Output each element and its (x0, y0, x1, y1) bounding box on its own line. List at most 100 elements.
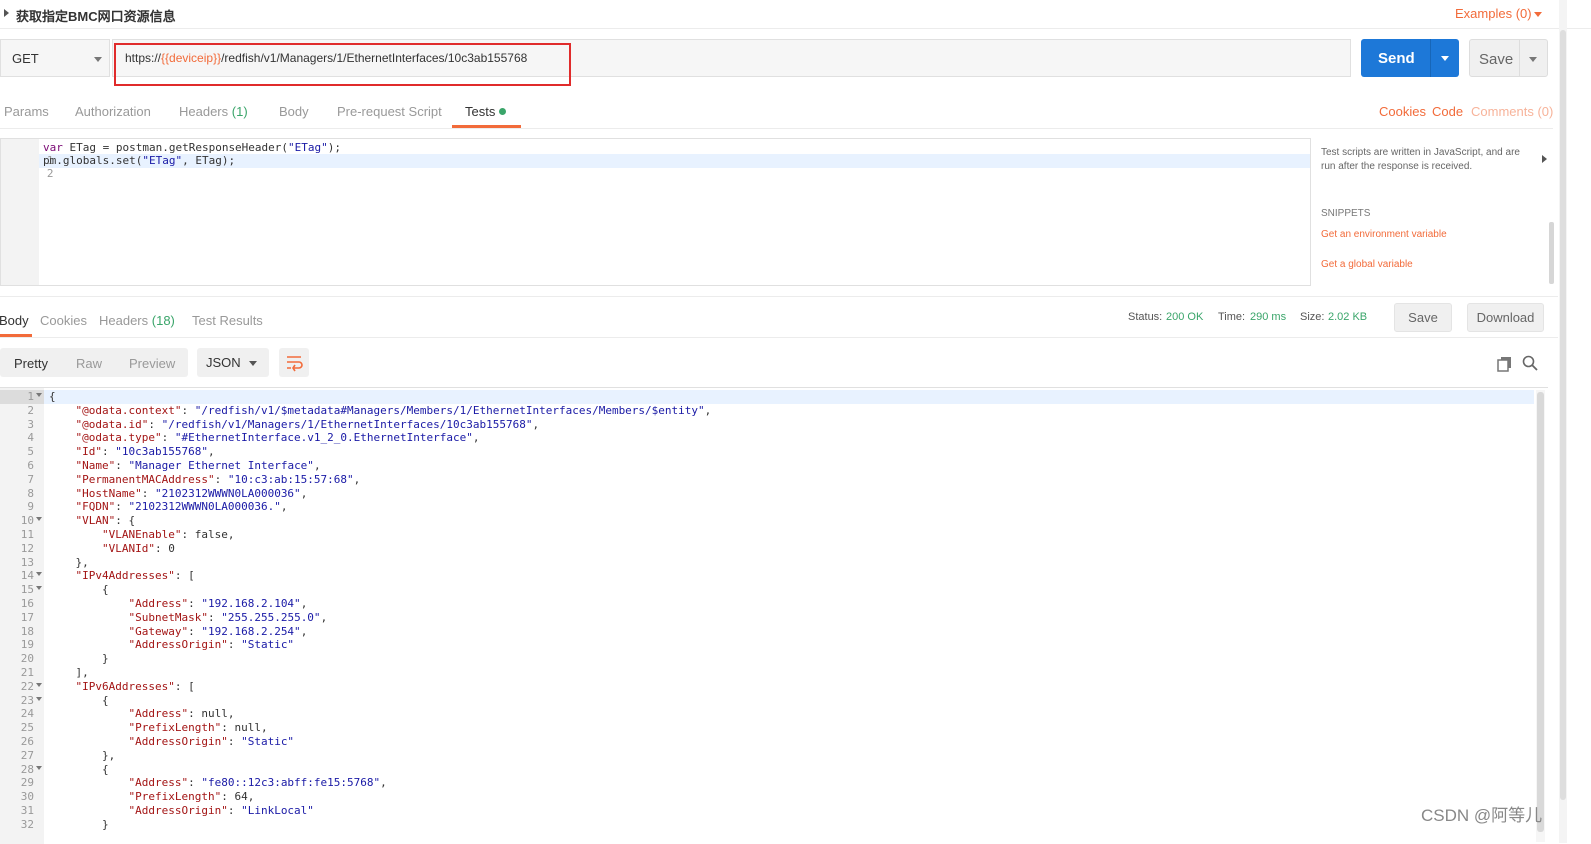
code-link[interactable]: Code (1432, 104, 1463, 119)
send-label: Send (1378, 50, 1415, 67)
json-code: "HostName": "2102312WWWN0LA000036", (75, 486, 308, 500)
response-tab-body[interactable]: Body (0, 313, 29, 328)
view-preview-button[interactable]: Preview (129, 356, 175, 371)
fold-toggle-icon[interactable] (36, 586, 42, 591)
script-code: var ETag = postman.getResponseHeader("ET… (43, 141, 342, 154)
line-number: 2 (27, 403, 34, 417)
examples-link[interactable]: Examples (0) (1455, 6, 1532, 21)
json-code: "AddressOrigin": "Static" (128, 638, 295, 652)
line-number: 27 (20, 748, 34, 762)
json-code: }, (49, 748, 116, 762)
tab-body[interactable]: Body (279, 104, 309, 119)
line-number: 30 (20, 790, 34, 804)
view-pretty-button[interactable]: Pretty (14, 356, 48, 371)
snippets-help-text: Test scripts are written in JavaScript, … (1321, 147, 1520, 172)
save-button[interactable]: Save (1469, 39, 1548, 77)
line-number: 25 (20, 721, 34, 735)
tab-pre-request-script[interactable]: Pre-request Script (337, 104, 442, 119)
fold-toggle-icon[interactable] (36, 393, 42, 397)
script-code: pm.globals.set("ETag", ETag); (43, 154, 236, 167)
collapse-sidebar-icon[interactable] (1542, 155, 1547, 163)
response-scrollbar[interactable] (1537, 392, 1544, 832)
json-code: "VLANId": 0 (101, 541, 175, 555)
tab-tests-label: Tests (465, 104, 496, 119)
send-divider (1430, 39, 1431, 77)
line-number: 20 (20, 652, 34, 666)
json-code: }, (49, 555, 89, 569)
json-code: "AddressOrigin": "LinkLocal" (128, 804, 314, 817)
tab-authorization[interactable]: Authorization (75, 104, 151, 119)
line-number: 9 (27, 500, 34, 514)
json-code: "FQDN": "2102312WWWN0LA000036.", (75, 500, 288, 514)
fold-toggle-icon[interactable] (36, 696, 42, 701)
fold-toggle-icon[interactable] (36, 572, 42, 577)
view-raw-button[interactable]: Raw (76, 356, 102, 371)
response-tab-headers[interactable]: Headers (18) (99, 313, 175, 328)
fold-toggle-icon[interactable] (36, 682, 42, 687)
line-number: 14 (20, 569, 34, 583)
language-select[interactable]: JSON (197, 348, 269, 377)
json-code: "Address": null, (128, 707, 235, 721)
json-code: "VLANEnable": false, (101, 528, 235, 541)
page-scrollbar[interactable] (1560, 30, 1566, 800)
tab-headers-label: Headers (179, 104, 229, 119)
request-title[interactable]: 获取指定BMC网口资源信息 (16, 6, 176, 25)
line-number: 4 (27, 431, 34, 445)
method-select[interactable]: GET (0, 39, 110, 77)
line-number: 17 (20, 610, 34, 624)
test-script-editor[interactable]: 1 var ETag = postman.getResponseHeader("… (0, 138, 1311, 286)
request-title-row (0, 0, 1591, 29)
line-number: 16 (20, 597, 34, 610)
line-number: 28 (20, 762, 34, 776)
snippets-scrollbar[interactable] (1549, 222, 1554, 284)
save-response-button[interactable]: Save (1394, 303, 1452, 332)
line-number: 31 (20, 804, 34, 817)
json-code: "Gateway": "192.168.2.254", (128, 624, 308, 638)
expand-caret-icon[interactable] (4, 9, 9, 17)
line-number: 11 (20, 528, 34, 541)
send-button[interactable]: Send (1361, 39, 1459, 77)
cookies-link[interactable]: Cookies (1379, 104, 1426, 119)
json-code: "Address": "192.168.2.104", (128, 597, 308, 610)
json-code: "@odata.context": "/redfish/v1/$metadata… (75, 403, 712, 417)
line-number: 24 (20, 707, 34, 721)
status-value[interactable]: 200 OK (1166, 311, 1203, 323)
snippet-link[interactable]: Get a global variable (1321, 259, 1413, 270)
json-code: "Name": "Manager Ethernet Interface", (75, 459, 321, 472)
fold-toggle-icon[interactable] (36, 765, 42, 770)
snippet-link[interactable]: Get an environment variable (1321, 229, 1447, 240)
search-icon[interactable] (1522, 355, 1538, 374)
wrap-lines-button[interactable] (279, 348, 309, 377)
section-divider (0, 296, 1558, 297)
chevron-down-icon (249, 361, 257, 366)
json-code: "PrefixLength": null, (128, 721, 268, 735)
tab-params[interactable]: Params (4, 104, 49, 119)
script-line: 1 var ETag = postman.getResponseHeader("… (1, 141, 341, 167)
response-body-viewer[interactable]: 1 {2 "@odata.context": "/redfish/v1/$meta… (0, 387, 1548, 844)
chevron-down-icon[interactable] (1534, 12, 1542, 17)
json-code: { (49, 762, 109, 776)
language-value: JSON (206, 355, 241, 370)
tab-headers[interactable]: Headers (1) (179, 104, 248, 119)
size-value[interactable]: 2.02 KB (1328, 311, 1367, 323)
response-tab-test-results[interactable]: Test Results (192, 313, 263, 328)
fold-toggle-icon[interactable] (36, 517, 42, 522)
json-code: ], (49, 666, 89, 679)
line-number: 6 (27, 459, 34, 472)
json-code: { (49, 390, 56, 403)
watermark: CSDN @阿等儿 (1421, 806, 1543, 825)
response-tab-cookies[interactable]: Cookies (40, 313, 87, 328)
download-button[interactable]: Download (1467, 303, 1544, 332)
tab-tests[interactable]: Tests (465, 104, 507, 119)
json-code: } (49, 817, 109, 831)
line-number: 26 (20, 735, 34, 748)
time-value[interactable]: 290 ms (1250, 311, 1286, 323)
chevron-down-icon[interactable] (1529, 57, 1537, 62)
chevron-down-icon[interactable] (1441, 56, 1449, 61)
method-value: GET (12, 51, 39, 66)
line-number: 3 (27, 417, 34, 431)
json-code: } (49, 652, 109, 666)
comments-link[interactable]: Comments (0) (1471, 104, 1553, 119)
copy-icon[interactable] (1497, 356, 1513, 375)
tab-headers-count: (1) (231, 104, 248, 119)
